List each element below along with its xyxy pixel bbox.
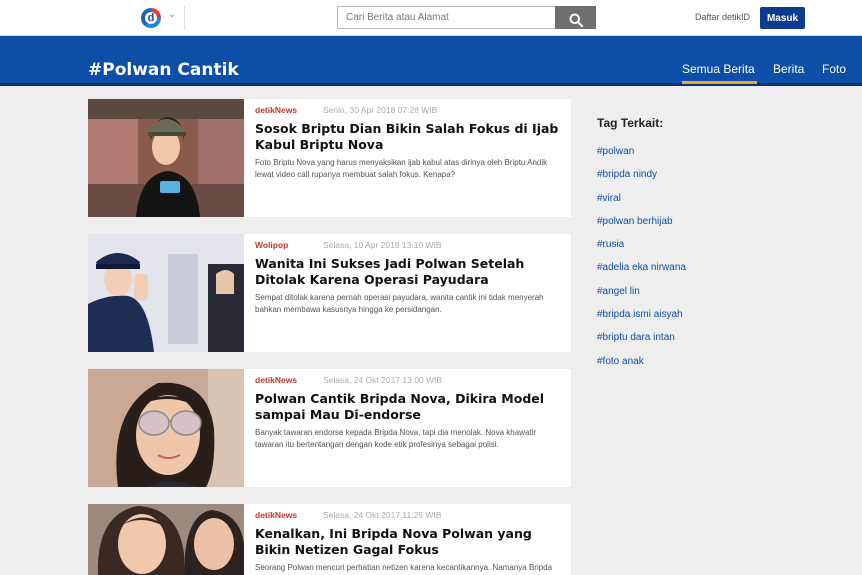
article-date: Selasa, 24 Okt 2017 13:00 WIB [323, 375, 443, 385]
article-source[interactable]: detikNews [255, 375, 323, 385]
article-thumbnail[interactable] [88, 99, 244, 217]
article-summary: Banyak tawaran endorse kepada Bripda Nov… [255, 428, 537, 449]
article-date: Selasa, 10 Apr 2018 13:10 WIB [323, 240, 442, 250]
tag-link[interactable]: #foto anak [597, 356, 686, 379]
tag-link[interactable]: #rusia [597, 239, 686, 262]
article-card[interactable]: Wolipop Selasa, 10 Apr 2018 13:10 WIB Wan… [88, 234, 571, 352]
tab-foto[interactable]: Foto [822, 62, 846, 76]
search-icon [569, 13, 583, 27]
active-tab-indicator [682, 81, 757, 84]
detik-logo[interactable]: d [141, 8, 161, 28]
article-card[interactable]: detikNews Selasa, 24 Okt 2017 11:25 WIB K… [88, 504, 571, 575]
tag-link[interactable]: #polwan [597, 146, 686, 169]
tag-link[interactable]: #briptu dara intan [597, 332, 686, 355]
page-title: #Polwan Cantik [88, 60, 239, 80]
article-date: Senin, 30 Apr 2018 07:28 WIB [323, 105, 438, 115]
article-card[interactable]: detikNews Selasa, 24 Okt 2017 13:00 WIB P… [88, 369, 571, 487]
tab-semua-berita[interactable]: Semua Berita [682, 62, 755, 76]
divider [184, 6, 185, 30]
tag-link[interactable]: #adelia eka nirwana [597, 262, 686, 285]
tag-link[interactable]: #bripda nindy [597, 169, 686, 192]
logo-letter: d [145, 12, 157, 24]
article-thumbnail[interactable] [88, 504, 244, 575]
tag-list: #polwan #bripda nindy #viral #polwan ber… [597, 146, 686, 379]
tab-berita[interactable]: Berita [773, 62, 804, 76]
tag-header: #Polwan Cantik Semua Berita Berita Foto [0, 36, 862, 86]
article-title[interactable]: Polwan Cantik Bripda Nova, Dikira Model … [255, 391, 563, 423]
article-source[interactable]: detikNews [255, 510, 323, 520]
article-thumbnail[interactable] [88, 369, 244, 487]
article-card[interactable]: detikNews Senin, 30 Apr 2018 07:28 WIB So… [88, 99, 571, 217]
tag-link[interactable]: #viral [597, 193, 686, 216]
article-summary: Foto Briptu Nova yang harus menyaksikan … [255, 158, 548, 179]
article-summary: Sempat ditolak karena pernah operasi pay… [255, 293, 544, 314]
article-source[interactable]: detikNews [255, 105, 323, 115]
related-tags: Tag Terkait: #polwan #bripda nindy #vira… [597, 116, 686, 379]
article-summary: Seorang Polwan mencuri perhatian netizen… [255, 563, 553, 572]
article-date: Selasa, 24 Okt 2017 11:25 WIB [323, 510, 442, 520]
sidebar-title: Tag Terkait: [597, 116, 664, 130]
search-input[interactable] [337, 6, 555, 29]
search-button[interactable] [555, 6, 596, 29]
top-bar: d ⌄ Daftar detikID Masuk [0, 0, 862, 36]
article-thumbnail[interactable] [88, 234, 244, 352]
article-source[interactable]: Wolipop [255, 240, 323, 250]
tag-link[interactable]: #polwan berhijab [597, 216, 686, 239]
article-title[interactable]: Sosok Briptu Dian Bikin Salah Fokus di I… [255, 121, 563, 153]
chevron-down-icon[interactable]: ⌄ [168, 9, 176, 20]
tag-link[interactable]: #angel lin [597, 286, 686, 309]
article-title[interactable]: Kenalkan, Ini Bripda Nova Polwan yang Bi… [255, 526, 563, 558]
tag-link[interactable]: #bripda ismi aisyah [597, 309, 686, 332]
article-title[interactable]: Wanita Ini Sukses Jadi Polwan Setelah Di… [255, 256, 563, 288]
register-link[interactable]: Daftar detikID [695, 12, 750, 22]
login-button[interactable]: Masuk [760, 7, 805, 29]
